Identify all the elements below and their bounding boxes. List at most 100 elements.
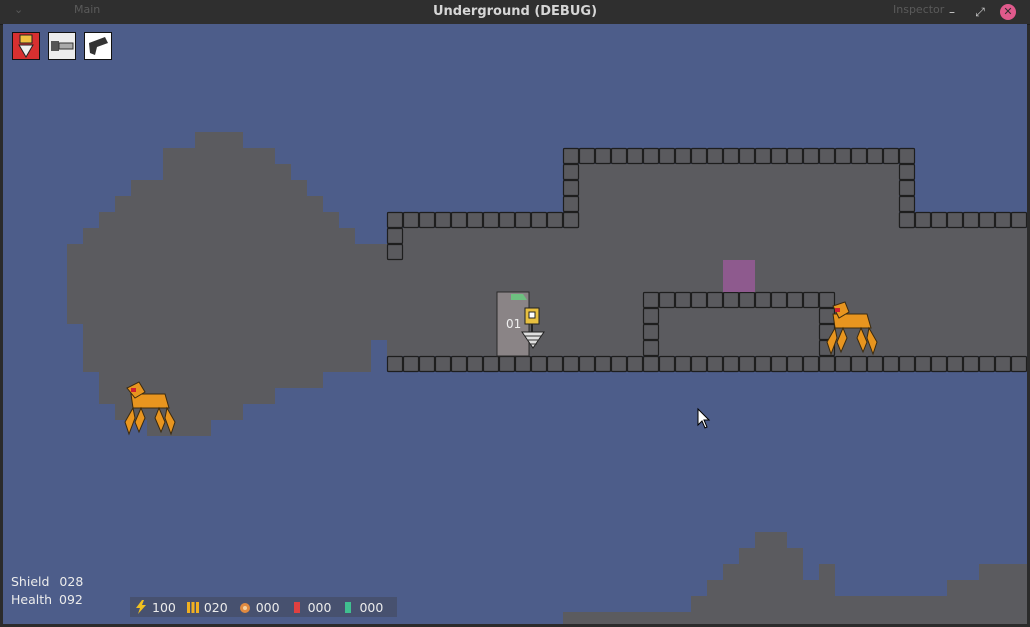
- ammo-resource: 020: [186, 600, 228, 615]
- cave-rock-bottom: [563, 532, 1027, 624]
- metal-block: [834, 147, 852, 165]
- ore-value: 000: [255, 599, 280, 615]
- window-title: Underground (DEBUG): [432, 4, 598, 19]
- metal-block: [402, 355, 420, 373]
- metal-block: [546, 355, 564, 373]
- metal-block: [498, 355, 516, 373]
- metal-block: [642, 291, 660, 309]
- metal-block: [818, 291, 836, 309]
- resource-bar: 100 020 000 000 000: [130, 597, 398, 617]
- metal-block: [706, 291, 724, 309]
- metal-block: [658, 147, 676, 165]
- health-value: 092: [59, 592, 83, 607]
- metal-block: [642, 147, 660, 165]
- metal-block: [994, 355, 1012, 373]
- green-crystal-icon: [345, 602, 352, 613]
- metal-block: [738, 147, 756, 165]
- chainsaw-tool-button[interactable]: [48, 32, 76, 60]
- metal-block: [562, 179, 580, 197]
- metal-block: [722, 147, 740, 165]
- metal-block: [818, 147, 836, 165]
- green-crystal-value: 000: [359, 599, 384, 615]
- metal-block: [482, 211, 500, 229]
- chainsaw-icon: [51, 41, 74, 51]
- metal-block: [818, 355, 836, 373]
- metal-block: [706, 355, 724, 373]
- energy-resource: 100: [134, 600, 176, 615]
- gun-icon: [89, 37, 108, 55]
- red-crystal-value: 000: [307, 599, 332, 615]
- metal-block: [546, 211, 564, 229]
- metal-block: [930, 211, 948, 229]
- metal-block: [866, 147, 884, 165]
- minimize-button[interactable]: –: [944, 4, 960, 20]
- ammo-value: 020: [203, 599, 228, 615]
- restore-button[interactable]: ⤢: [972, 4, 988, 20]
- metal-block: [946, 211, 964, 229]
- metal-block: [594, 147, 612, 165]
- green-crystal-resource: 000: [341, 600, 383, 615]
- metal-block: [978, 211, 996, 229]
- metal-block: [1010, 211, 1027, 229]
- metal-block: [498, 211, 516, 229]
- metal-block: [466, 355, 484, 373]
- metal-block: [722, 355, 740, 373]
- metal-block: [386, 243, 404, 261]
- metal-block: [530, 355, 548, 373]
- metal-block: [786, 147, 804, 165]
- shield-value: 028: [59, 574, 84, 589]
- metal-block: [642, 355, 660, 373]
- metal-block: [898, 195, 916, 213]
- metal-block: [626, 355, 644, 373]
- title-bar: ⌄ Main Inspector Underground (DEBUG) – ⤢…: [0, 0, 1030, 25]
- metal-block: [946, 355, 964, 373]
- metal-block: [562, 211, 580, 229]
- energy-value: 100: [152, 599, 176, 615]
- metal-block: [626, 147, 644, 165]
- metal-block: [770, 291, 788, 309]
- metal-block: [754, 355, 772, 373]
- metal-block: [434, 355, 452, 373]
- close-button[interactable]: ✕: [1000, 4, 1016, 20]
- metal-block: [962, 211, 980, 229]
- metal-block: [674, 147, 692, 165]
- metal-block: [914, 355, 932, 373]
- metal-block: [642, 323, 660, 341]
- metal-block: [482, 355, 500, 373]
- metal-block: [834, 355, 852, 373]
- metal-block: [898, 355, 916, 373]
- metal-block: [402, 211, 420, 229]
- metal-block: [786, 355, 804, 373]
- metal-block: [914, 211, 932, 229]
- metal-block: [738, 291, 756, 309]
- mouse-cursor-icon: [697, 407, 711, 429]
- metal-block: [738, 355, 756, 373]
- metal-block: [562, 163, 580, 181]
- metal-block: [994, 211, 1012, 229]
- game-viewport[interactable]: 01 Shield 028 Health 092 100 020 000 000…: [3, 24, 1027, 624]
- metal-block: [930, 355, 948, 373]
- metal-block: [706, 147, 724, 165]
- energy-icon: [136, 600, 146, 614]
- game-scene: 01: [67, 132, 1027, 624]
- metal-block: [642, 339, 660, 357]
- metal-block: [850, 355, 868, 373]
- metal-block: [770, 147, 788, 165]
- door[interactable]: 01: [496, 291, 530, 357]
- metal-block: [690, 147, 708, 165]
- metal-block: [978, 355, 996, 373]
- red-crystal-icon: [293, 602, 300, 613]
- metal-block: [434, 211, 452, 229]
- metal-block: [642, 307, 660, 325]
- metal-block: [818, 307, 836, 325]
- metal-block: [898, 147, 916, 165]
- metal-block: [562, 147, 580, 165]
- metal-block: [386, 355, 404, 373]
- supply-crate[interactable]: [723, 260, 755, 292]
- gun-tool-button[interactable]: [84, 32, 112, 60]
- metal-block: [882, 355, 900, 373]
- metal-block: [450, 211, 468, 229]
- health-label: Health: [11, 592, 53, 607]
- metal-block: [722, 291, 740, 309]
- drill-tool-button[interactable]: [12, 32, 40, 60]
